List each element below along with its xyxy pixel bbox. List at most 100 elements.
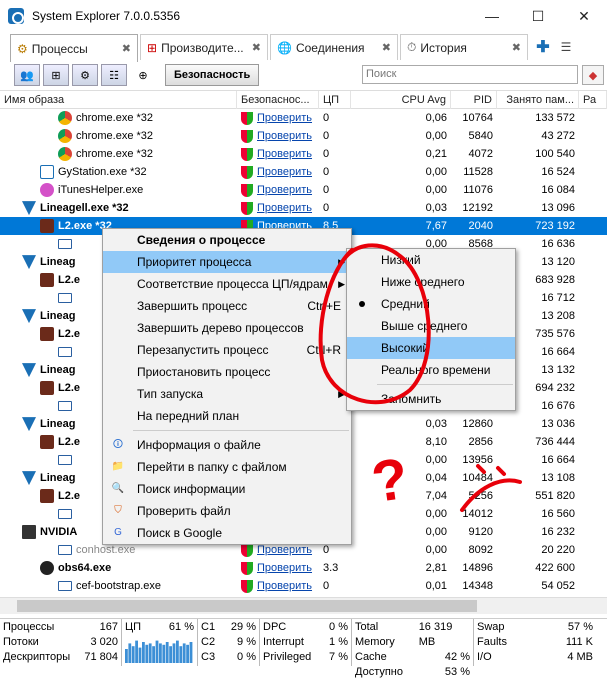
submenu-arrow-icon: ▶ bbox=[338, 279, 345, 289]
menu-item[interactable]: Завершить процесс Ctrl+E bbox=[103, 295, 351, 317]
search-input[interactable]: Поиск bbox=[362, 65, 578, 84]
process-name: conhost.exe bbox=[76, 544, 136, 556]
tab-processes[interactable]: ⚙ Процессы ✖ bbox=[10, 34, 138, 62]
close-icon[interactable]: ✖ bbox=[252, 41, 261, 54]
menu-item[interactable]: G Поиск в Google bbox=[103, 522, 351, 544]
process-name: L2.e bbox=[58, 490, 81, 502]
radio-selected-icon bbox=[359, 301, 365, 307]
status-cpu: ЦП 61 % bbox=[122, 619, 198, 666]
menu-item[interactable]: Тип запуска ▶ bbox=[103, 383, 351, 405]
menu-item[interactable]: Соответствие процесса ЦП/ядрам ▶ bbox=[103, 273, 351, 295]
priority-item[interactable]: Выше среднего bbox=[347, 315, 515, 337]
column-header-pid[interactable]: PID bbox=[451, 91, 497, 109]
menu-item[interactable]: 🛈 Информация о файле bbox=[103, 434, 351, 456]
check-link[interactable]: Проверить bbox=[257, 580, 312, 592]
menu-item-label: На передний план bbox=[137, 409, 240, 423]
tree-view-button[interactable]: ☷ bbox=[101, 64, 127, 86]
column-header-name[interactable]: Имя образа bbox=[0, 91, 237, 109]
check-link[interactable]: Проверить bbox=[257, 112, 312, 124]
shield-icon bbox=[241, 579, 253, 593]
table-row[interactable]: cef-bootstrap.exe Проверить 0 0,01 14348 54 0… bbox=[0, 577, 607, 595]
priority-item[interactable]: Средний bbox=[347, 293, 515, 315]
column-header-cpu-avg[interactable]: CPU Avg bbox=[351, 91, 451, 109]
menu-item[interactable]: ⛉ Проверить файл bbox=[103, 500, 351, 522]
menu-item-label: Завершить дерево процессов bbox=[137, 321, 304, 335]
check-link[interactable]: Проверить bbox=[257, 130, 312, 142]
search-options-button[interactable]: ◆ bbox=[582, 65, 604, 85]
shield-icon bbox=[241, 543, 253, 557]
memory-cell: 43 272 bbox=[541, 130, 575, 142]
tab-connections[interactable]: 🌐 Соединения ✖ bbox=[270, 34, 398, 60]
memory-cell: 133 572 bbox=[535, 112, 575, 124]
table-row[interactable]: chrome.exe *32 Проверить 0 0,00 5840 43 272 bbox=[0, 127, 607, 145]
menu-item[interactable]: Приостановить процесс bbox=[103, 361, 351, 383]
users-button[interactable]: 👥 bbox=[14, 64, 40, 86]
check-link[interactable]: Проверить bbox=[257, 562, 312, 574]
close-icon[interactable]: ✖ bbox=[512, 41, 521, 54]
column-header-cpu[interactable]: ЦП bbox=[319, 91, 351, 109]
close-icon[interactable]: ✖ bbox=[122, 42, 131, 55]
cpu-cell: 0 bbox=[323, 112, 330, 124]
cpu-history-bar bbox=[165, 642, 169, 663]
clock-icon: ⏱ bbox=[407, 40, 417, 54]
check-link[interactable]: Проверить bbox=[257, 184, 312, 196]
menu-item-label: Поиск информации bbox=[137, 482, 246, 496]
table-row[interactable]: chrome.exe *32 Проверить 0 0,21 4072 100 540 bbox=[0, 145, 607, 163]
scrollbar-thumb[interactable] bbox=[17, 600, 477, 612]
horizontal-scrollbar[interactable] bbox=[0, 597, 607, 614]
table-row[interactable]: Lineagell.exe *32 Проверить 0 0,03 12192 13 0… bbox=[0, 199, 607, 217]
check-link[interactable]: Проверить bbox=[257, 166, 312, 178]
menu-item[interactable]: На передний план bbox=[103, 405, 351, 427]
pid-cell: 8092 bbox=[468, 544, 493, 556]
folder-icon: 📁 bbox=[111, 461, 125, 472]
priority-item[interactable]: Высокий bbox=[347, 337, 515, 359]
gear-icon: ⚙ bbox=[17, 41, 28, 56]
tab-menu-icon[interactable]: ☰ bbox=[556, 34, 576, 60]
tab-performance[interactable]: ⊞ Производите... ✖ bbox=[140, 34, 268, 60]
check-link[interactable]: Проверить bbox=[257, 148, 312, 160]
close-button[interactable]: ✕ bbox=[561, 0, 607, 32]
menu-item[interactable]: Завершить дерево процессов bbox=[103, 317, 351, 339]
priority-submenu: Низкий Ниже среднего Средний Выше среднего В… bbox=[346, 248, 516, 411]
priority-item[interactable]: Запомнить bbox=[347, 388, 515, 410]
check-link[interactable]: Проверить bbox=[257, 544, 312, 556]
c1-value: 29 % bbox=[230, 621, 256, 633]
close-icon[interactable]: ✖ bbox=[382, 41, 391, 54]
table-header: Имя образа Безопаснос... ЦП CPU Avg PID … bbox=[0, 91, 607, 109]
process-name-cell: Lineagell.exe *32 bbox=[0, 199, 237, 217]
l2-icon bbox=[40, 435, 54, 450]
security-button[interactable]: Безопасность bbox=[165, 64, 260, 86]
status-swap: Swap 57 % Faults 111 K I/O 4 MB bbox=[474, 619, 596, 666]
priority-item[interactable]: Реального времени bbox=[347, 359, 515, 381]
table-row[interactable]: obs64.exe Проверить 3.3 2,81 14896 422 600 bbox=[0, 559, 607, 577]
column-header-security[interactable]: Безопаснос... bbox=[237, 91, 319, 109]
shield-icon: ◆ bbox=[588, 69, 598, 82]
menu-item[interactable]: Перезапустить процесс Ctrl+R bbox=[103, 339, 351, 361]
table-row[interactable]: chrome.exe *32 Проверить 0 0,06 10764 133 572 bbox=[0, 109, 607, 127]
cache-label: Cache bbox=[355, 651, 387, 663]
priority-item[interactable]: Ниже среднего bbox=[347, 271, 515, 293]
windows-button[interactable]: ⊞ bbox=[43, 64, 69, 86]
maximize-button[interactable]: ☐ bbox=[515, 0, 561, 32]
window-icon bbox=[58, 239, 72, 250]
cpu-history-bar bbox=[131, 646, 135, 663]
services-button[interactable]: ⚙ bbox=[72, 64, 98, 86]
cpu-avg-cell: 8,10 bbox=[425, 436, 447, 448]
priority-item[interactable]: Низкий bbox=[347, 249, 515, 271]
cpu-history-bar bbox=[169, 646, 172, 663]
table-row[interactable]: iTunesHelper.exe Проверить 0 0,00 11076 16 08… bbox=[0, 181, 607, 199]
minimize-button[interactable]: — bbox=[469, 0, 515, 32]
check-link[interactable]: Проверить bbox=[257, 202, 312, 214]
menu-item[interactable]: 📁 Перейти в папку с файлом bbox=[103, 456, 351, 478]
column-header-extra[interactable]: Ра bbox=[579, 91, 607, 109]
menu-item[interactable]: 🔍 Поиск информации bbox=[103, 478, 351, 500]
table-row[interactable]: GyStation.exe *32 Проверить 0 0,00 11528 16 5… bbox=[0, 163, 607, 181]
window-icon bbox=[58, 401, 72, 412]
menu-item[interactable]: Сведения о процессе bbox=[103, 229, 351, 251]
tab-history[interactable]: ⏱ История ✖ bbox=[400, 34, 528, 60]
lineage-icon bbox=[22, 255, 36, 270]
add-tab-button[interactable]: ✚ bbox=[530, 34, 556, 60]
menu-item[interactable]: Приоритет процесса ▶ bbox=[103, 251, 351, 273]
column-header-memory[interactable]: Занято пам... bbox=[497, 91, 579, 109]
target-button[interactable]: ⊕ bbox=[130, 64, 156, 86]
